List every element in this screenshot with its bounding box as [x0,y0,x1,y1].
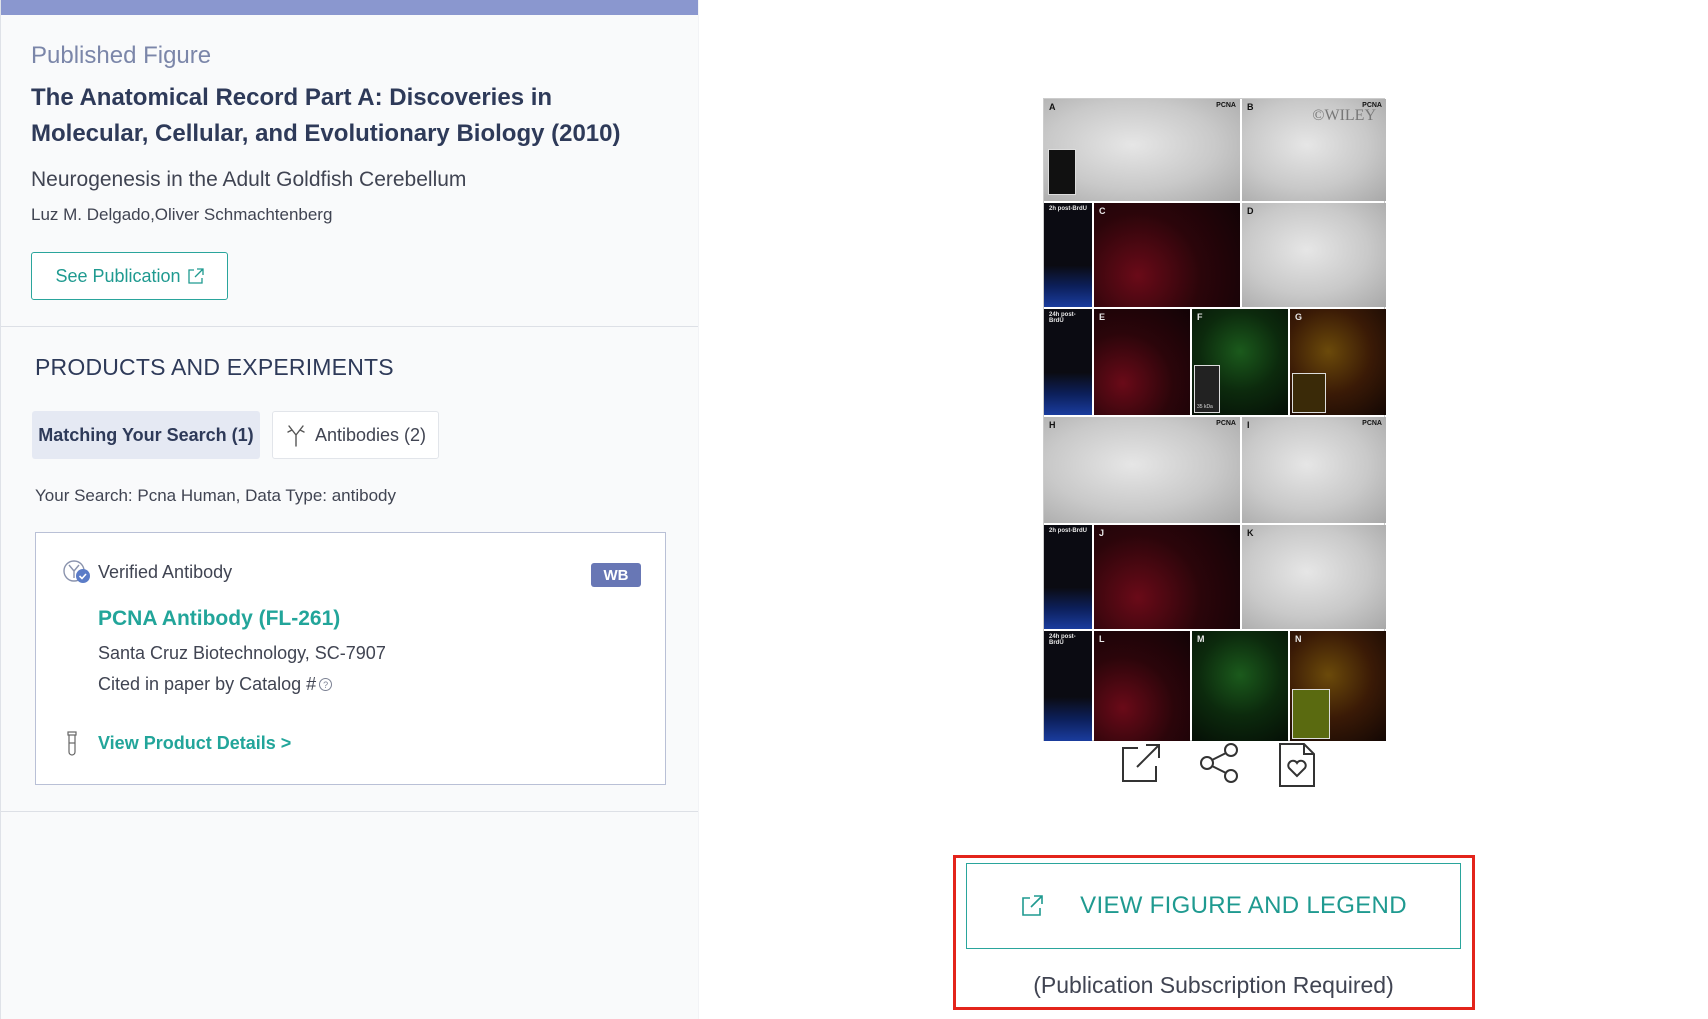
pcna-label: PCNA [1216,420,1236,427]
panel-label: C [1099,206,1106,216]
pcna-label: PCNA [1216,102,1236,109]
panel-label: L [1099,634,1105,644]
figure-panel-c-inset: 2h post-BrdU [1044,203,1092,307]
published-figure-image[interactable]: A PCNA B PCNA ©WILEY 2h post-BrdU C D 24… [1043,98,1386,741]
figure-panel-i: I PCNA [1242,417,1386,523]
figure-panel-l-inset: 24h post-BrdU [1044,631,1092,741]
figure-panel-l: L [1094,631,1190,741]
figure-panel-h: H PCNA [1044,417,1240,523]
tab-antibodies[interactable]: Antibodies (2) [272,411,439,459]
vendor-catalog: Santa Cruz Biotechnology, SC-7907 [98,643,386,663]
figure-panel-f: F 35 kDa [1192,309,1288,415]
figure-panel-j-inset: 2h post-BrdU [1044,525,1092,629]
panel-label: G [1295,312,1303,322]
panel-label: I [1247,420,1250,430]
product-card: Verified Antibody WB PCNA Antibody (FL-2… [35,532,666,785]
time-label: 24h post-BrdU [1049,312,1076,324]
tab-label: Antibodies (2) [314,424,427,445]
view-figure-label: VIEW FIGURE AND LEGEND [1080,892,1407,919]
panel-label: A [1049,102,1056,112]
figure-panel-j: J [1094,525,1240,629]
figure-panel-d: D [1242,203,1386,307]
tab-matching-search[interactable]: Matching Your Search (1) [32,411,260,459]
external-link-icon [187,267,204,284]
zoom-inset [1292,689,1330,739]
figure-panel-b: B PCNA ©WILEY [1242,99,1386,201]
product-name-link[interactable]: PCNA Antibody (FL-261) [98,607,340,631]
verified-antibody-icon [63,560,90,583]
journal-title: The Anatomical Record Part A: Discoverie… [31,84,621,147]
panel-label: J [1099,528,1105,538]
see-publication-button[interactable]: See Publication [31,252,228,300]
authors: Luz M. Delgado,Oliver Schmachtenberg [31,205,333,224]
pcna-label: PCNA [1362,420,1382,427]
panel-label: E [1099,312,1106,322]
western-blot-inset: 35 kDa [1194,365,1220,413]
panel-label: H [1049,420,1056,430]
external-link-icon [1022,895,1043,916]
save-favorite-icon[interactable] [1278,742,1316,788]
view-product-details-link[interactable]: View Product Details > [98,733,291,754]
antibody-icon [287,425,305,447]
view-figure-and-legend-button[interactable]: VIEW FIGURE AND LEGEND [966,863,1461,949]
divider [1,811,699,812]
panel-label: F [1197,312,1203,322]
time-label: 2h post-BrdU [1049,206,1087,212]
test-tube-icon [67,731,77,756]
help-icon[interactable]: ? [319,678,333,691]
top-accent-bar [1,0,699,15]
cited-label: Cited in paper by Catalog # [98,674,317,694]
figure-panel-k: K [1242,525,1386,629]
verified-label: Verified Antibody [98,561,233,582]
figure-panel-e: E [1094,309,1190,415]
verified-row: Verified Antibody [62,559,232,585]
figure-panel-g: G [1290,309,1386,415]
tab-label: Matching Your Search (1) [38,424,254,445]
wiley-watermark: ©WILEY [1312,107,1376,124]
cited-row: Cited in paper by Catalog # ? [98,674,333,695]
wb-badge: WB [591,563,641,587]
panel-label: N [1295,634,1302,644]
western-blot-inset [1048,149,1076,195]
published-figure-label: Published Figure [31,42,212,69]
external-link-icon[interactable] [1120,742,1162,784]
figure-panel-a: A PCNA [1044,99,1240,201]
figure-panel-c: C [1094,203,1240,307]
zoom-inset [1292,373,1326,413]
panel-label: K [1247,528,1254,538]
panel-label: D [1247,206,1254,216]
paper-title: Neurogenesis in the Adult Goldfish Cereb… [31,168,467,191]
panel-label: B [1247,102,1254,112]
left-panel: Published Figure The Anatomical Record P… [0,0,699,1019]
figure-action-icons [1120,742,1316,788]
share-icon[interactable] [1198,742,1242,784]
figure-panel-m: M [1192,631,1288,741]
see-publication-label: See Publication [55,265,181,286]
time-label: 24h post-BrdU [1049,634,1076,646]
figure-panel-n: N [1290,631,1386,741]
divider [1,326,699,327]
your-search-text: Your Search: Pcna Human, Data Type: anti… [35,486,397,505]
section-title: PRODUCTS AND EXPERIMENTS [35,354,394,380]
time-label: 2h post-BrdU [1049,528,1087,534]
kda-label: 35 kDa [1197,404,1213,410]
panel-edge [698,0,699,1019]
panel-label: M [1197,634,1205,644]
figure-panel-e-inset: 24h post-BrdU [1044,309,1092,415]
subscription-note: (Publication Subscription Required) [1033,972,1394,998]
